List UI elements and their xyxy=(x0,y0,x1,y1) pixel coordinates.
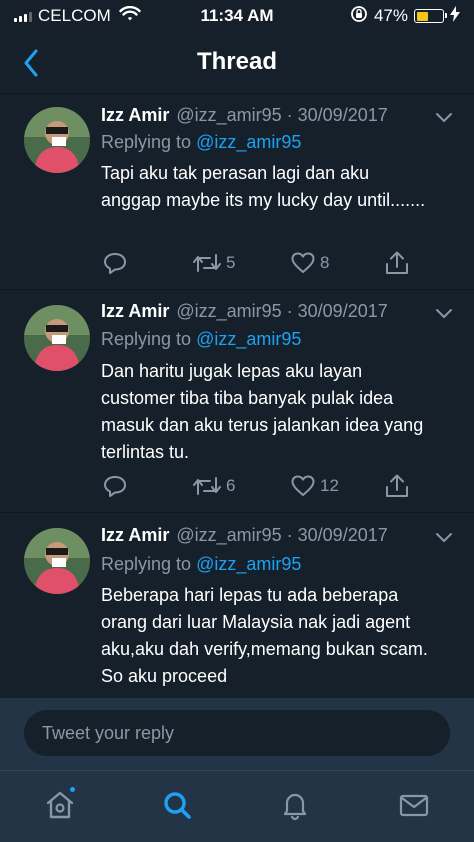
status-bar: CELCOM 11:34 AM 47% xyxy=(0,0,474,32)
author-handle: @izz_amir95 xyxy=(176,301,282,321)
avatar[interactable] xyxy=(24,107,90,173)
chevron-down-icon[interactable] xyxy=(434,307,454,321)
retweet-icon xyxy=(193,254,221,272)
heart-icon xyxy=(291,252,315,273)
author-handle: @izz_amir95 xyxy=(176,525,282,545)
rotation-lock-icon xyxy=(350,5,368,28)
replying-to: Replying to @izz_amir95 xyxy=(101,132,301,153)
signal-icon xyxy=(14,10,32,22)
top-navigation-bar: Thread xyxy=(0,32,474,94)
replying-to-label: Replying to xyxy=(101,554,192,574)
tab-messages[interactable] xyxy=(396,787,432,823)
like-button[interactable]: 12 xyxy=(290,472,339,500)
wifi-icon xyxy=(119,5,141,27)
author-name[interactable]: Izz Amir xyxy=(101,105,169,126)
page-title: Thread xyxy=(196,48,277,75)
share-icon xyxy=(386,251,408,274)
tweet-date: · 30/09/2017 xyxy=(286,525,388,545)
tweet-item[interactable]: Izz Amir @izz_amir95 · 30/09/2017 Replyi… xyxy=(0,95,474,290)
reply-bar xyxy=(0,698,474,770)
like-count: 8 xyxy=(320,253,330,272)
reply-button[interactable] xyxy=(102,472,128,500)
replying-to: Replying to @izz_amir95 xyxy=(101,554,301,575)
replying-to: Replying to @izz_amir95 xyxy=(101,329,301,350)
retweet-button[interactable]: 5 xyxy=(192,249,235,277)
avatar[interactable] xyxy=(24,305,90,371)
avatar[interactable] xyxy=(24,528,90,594)
retweet-count: 6 xyxy=(226,476,236,495)
share-button[interactable] xyxy=(384,472,410,500)
bell-icon xyxy=(283,793,307,821)
retweet-count: 5 xyxy=(226,253,236,272)
retweet-button[interactable]: 6 xyxy=(192,472,235,500)
carrier-name: CELCOM xyxy=(38,6,111,25)
search-icon xyxy=(164,792,191,819)
mention-link[interactable]: @izz_amir95 xyxy=(196,329,301,349)
tweet-date: · 30/09/2017 xyxy=(286,105,388,125)
like-count: 12 xyxy=(320,476,339,495)
battery-icon xyxy=(414,9,447,23)
reply-icon xyxy=(104,476,126,497)
author-handle: @izz_amir95 xyxy=(176,105,282,125)
tab-search[interactable] xyxy=(159,787,195,823)
heart-icon xyxy=(291,475,315,496)
replying-to-label: Replying to xyxy=(101,329,192,349)
mention-link[interactable]: @izz_amir95 xyxy=(196,554,301,574)
tweet-text: Dan haritu jugak lepas aku layan custome… xyxy=(101,361,424,462)
notification-dot xyxy=(68,785,77,794)
reply-button[interactable] xyxy=(102,249,128,277)
reply-icon xyxy=(104,253,126,274)
tweet-text: Beberapa hari lepas tu ada beberapa oran… xyxy=(101,585,428,686)
tweet-item[interactable]: Izz Amir @izz_amir95 · 30/09/2017 Replyi… xyxy=(0,514,474,698)
share-icon xyxy=(386,474,408,497)
tweet-text: Tapi aku tak perasan lagi dan aku anggap… xyxy=(101,163,426,210)
mention-link[interactable]: @izz_amir95 xyxy=(196,132,301,152)
share-button[interactable] xyxy=(384,249,410,277)
battery-percent: 47% xyxy=(373,6,408,25)
tweet-date: · 30/09/2017 xyxy=(286,301,388,321)
replying-to-label: Replying to xyxy=(101,132,192,152)
tab-home[interactable] xyxy=(42,785,78,823)
tab-bar xyxy=(0,770,474,842)
charging-icon xyxy=(450,5,460,27)
chevron-down-icon[interactable] xyxy=(434,111,454,125)
like-button[interactable]: 8 xyxy=(290,249,329,277)
chevron-down-icon[interactable] xyxy=(434,531,454,545)
mail-icon xyxy=(399,794,429,817)
reply-input[interactable] xyxy=(24,710,450,756)
tab-notifications[interactable] xyxy=(277,787,313,823)
tweet-item[interactable]: Izz Amir @izz_amir95 · 30/09/2017 Replyi… xyxy=(0,291,474,513)
author-name[interactable]: Izz Amir xyxy=(101,301,169,322)
author-name[interactable]: Izz Amir xyxy=(101,525,169,546)
retweet-icon xyxy=(193,477,221,495)
